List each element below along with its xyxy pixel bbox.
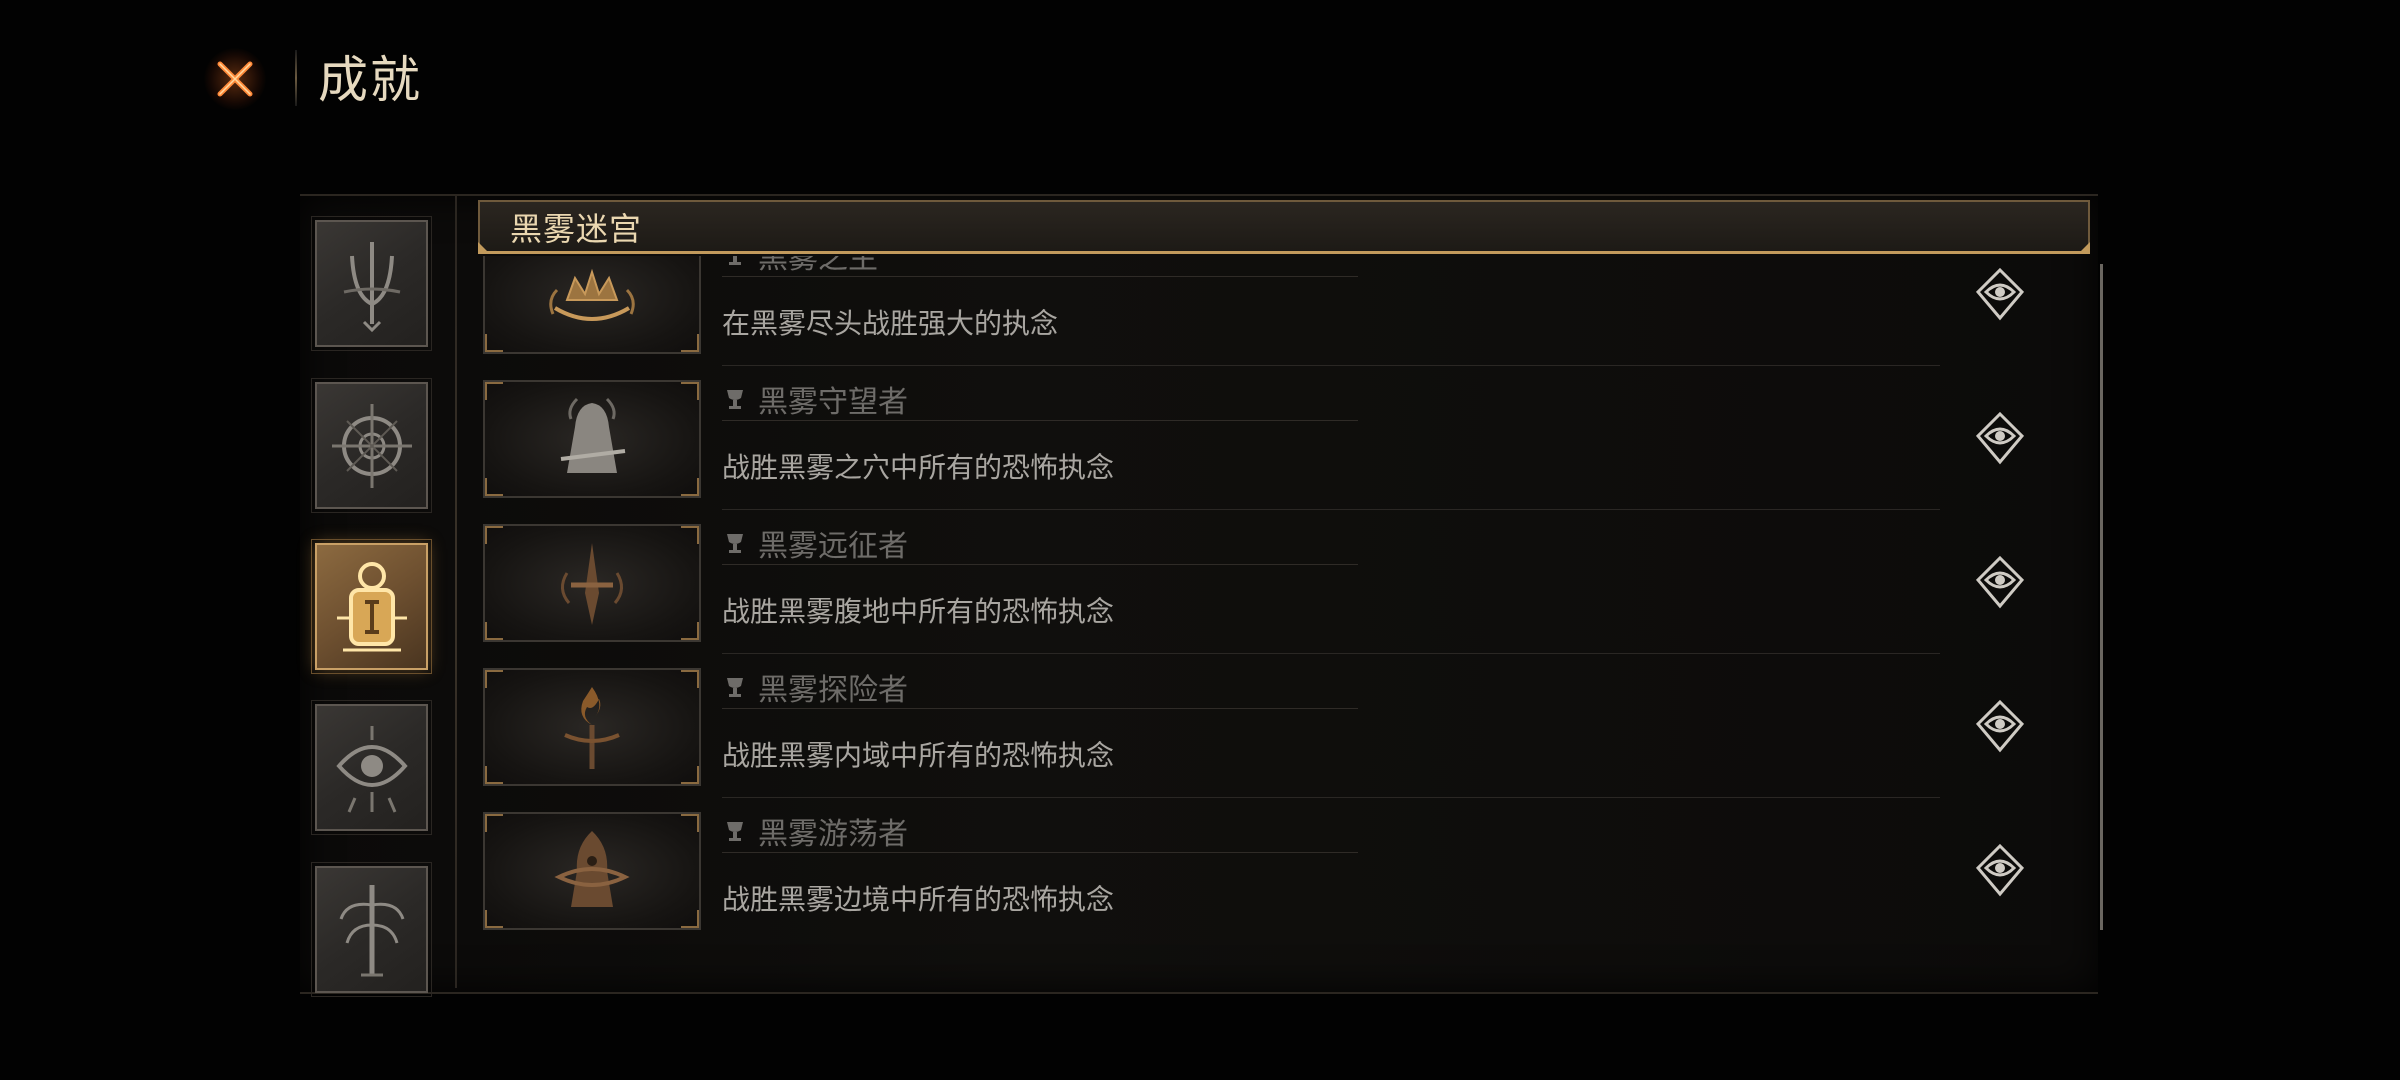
tree-sigil-icon (339, 884, 404, 976)
category-tab-3[interactable] (311, 539, 432, 674)
achievement-list[interactable]: 黑雾之主 在黑雾尽头战胜强大的执念 黑雾守望者 战胜黑雾之穴中所有的恐怖执念 黑… (478, 256, 2100, 950)
eye-diamond-icon (1975, 699, 2025, 753)
achievement-title: 黑雾守望者 (758, 385, 908, 420)
achievement-title-row: 黑雾之主 (722, 256, 1358, 277)
reward-button[interactable] (1968, 262, 2032, 326)
scrollbar[interactable] (2100, 264, 2103, 930)
header-corner-right (2078, 242, 2090, 254)
page-title: 成就 (318, 51, 422, 109)
achievement-desc: 战胜黑雾内域中所有的恐怖执念 (722, 739, 1115, 772)
trophy-icon (727, 534, 743, 553)
achievement-desc: 战胜黑雾之穴中所有的恐怖执念 (722, 451, 1115, 484)
trophy-icon (727, 822, 743, 841)
cloaked-wanderer-icon (554, 831, 630, 907)
trophy-icon (727, 390, 743, 409)
achievement-icon-frame (483, 380, 701, 498)
eye-diamond-icon (1975, 843, 2025, 897)
trident-emblem-icon (343, 241, 400, 332)
eye-diamond-icon (1975, 411, 2025, 465)
header-corner-left (478, 242, 490, 254)
close-x-icon (217, 61, 253, 97)
achievement-row: 黑雾游荡者 战胜黑雾边境中所有的恐怖执念 (478, 798, 2050, 942)
achievement-desc: 战胜黑雾腹地中所有的恐怖执念 (722, 595, 1115, 628)
compass-sigil-icon (331, 403, 412, 488)
reward-button[interactable] (1968, 694, 2032, 758)
header-divider (295, 50, 297, 106)
crown-claw-icon (549, 268, 635, 321)
rail-divider (455, 196, 457, 988)
achievement-title-row: 黑雾远征者 (722, 522, 1358, 565)
achievement-title: 黑雾游荡者 (758, 817, 908, 852)
sword-emblem-icon (561, 543, 623, 625)
achievement-title-row: 黑雾探险者 (722, 666, 1358, 709)
eye-diamond-icon (1975, 555, 2025, 609)
achievement-title: 黑雾远征者 (758, 529, 908, 564)
eye-sigil-icon (335, 725, 408, 813)
achievement-icon-frame (483, 668, 701, 786)
achievement-desc: 在黑雾尽头战胜强大的执念 (722, 307, 1059, 340)
achievement-icon-frame (483, 524, 701, 642)
trophy-icon (727, 678, 743, 697)
achievement-title: 黑雾探险者 (758, 673, 908, 708)
trophy-icon (729, 256, 741, 265)
achievements-screen: 成就 黑雾迷宫 黑雾之主 在黑雾尽头战胜强大的执念 黑雾守望者 战胜黑雾之穴中所… (0, 0, 2400, 1080)
achievement-icon-frame (483, 256, 701, 354)
reward-button[interactable] (1968, 550, 2032, 614)
achievement-desc: 战胜黑雾边境中所有的恐怖执念 (722, 883, 1115, 916)
achievement-row: 黑雾远征者 战胜黑雾腹地中所有的恐怖执念 (478, 510, 2050, 654)
hooded-figure-icon (560, 397, 626, 473)
achievement-icon-frame (483, 812, 701, 930)
torch-flame-icon (564, 687, 620, 769)
category-tab-2[interactable] (311, 378, 432, 513)
achievement-title-row: 黑雾守望者 (722, 378, 1358, 421)
reward-button[interactable] (1968, 406, 2032, 470)
category-tab-4[interactable] (311, 700, 432, 835)
lantern-sigil-icon (336, 561, 407, 651)
achievement-row: 黑雾守望者 战胜黑雾之穴中所有的恐怖执念 (478, 366, 2050, 510)
eye-diamond-icon (1975, 267, 2025, 321)
reward-button[interactable] (1968, 838, 2032, 902)
achievement-title: 黑雾之主 (758, 256, 878, 276)
category-tab-5[interactable] (311, 862, 432, 997)
achievement-row: 黑雾之主 在黑雾尽头战胜强大的执念 (478, 256, 2050, 366)
achievement-title-row: 黑雾游荡者 (722, 810, 1358, 853)
achievement-row: 黑雾探险者 战胜黑雾内域中所有的恐怖执念 (478, 654, 2050, 798)
section-header: 黑雾迷宫 (478, 200, 2090, 254)
section-title: 黑雾迷宫 (510, 209, 643, 248)
close-button[interactable] (204, 48, 266, 110)
category-tab-1[interactable] (311, 216, 432, 351)
